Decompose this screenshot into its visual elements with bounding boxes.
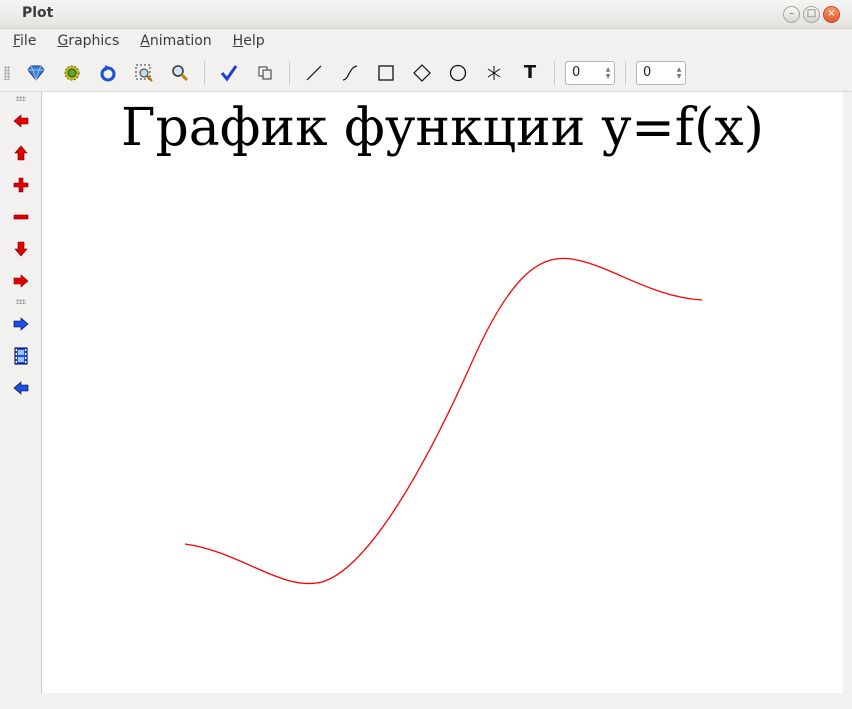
asterisk-tool-icon[interactable]: [480, 59, 508, 87]
toolbar: T 0 ▲ ▼ 0 ▲ ▼: [0, 54, 852, 92]
arrow-right-icon[interactable]: [7, 267, 35, 295]
title-bar[interactable]: Plot – □ ×: [0, 0, 852, 29]
toolbar-separator: [289, 60, 290, 85]
toolbar-separator: [204, 60, 205, 85]
arrow-left-icon[interactable]: [7, 107, 35, 135]
menu-file[interactable]: File: [0, 29, 44, 53]
maximize-icon[interactable]: □: [803, 6, 820, 23]
menu-graphics-label: raphics: [68, 33, 120, 49]
zoom-region-icon[interactable]: [130, 59, 158, 87]
menu-animation-label: nimation: [149, 33, 212, 49]
curve-tool-icon[interactable]: [336, 59, 364, 87]
minus-icon[interactable]: [7, 203, 35, 231]
spin-box-1[interactable]: 0 ▲ ▼: [565, 60, 615, 85]
zoom-icon[interactable]: [166, 59, 194, 87]
spin-arrows-icon[interactable]: ▲ ▼: [673, 63, 685, 83]
checkmark-icon[interactable]: [215, 59, 243, 87]
spin-box-1-value[interactable]: 0: [566, 65, 602, 80]
status-strip: [41, 693, 852, 709]
plot-window: Plot – □ × File Graphics Animation Help: [0, 0, 852, 709]
sidebar-grip[interactable]: [15, 96, 26, 101]
arrow-down-icon[interactable]: [7, 235, 35, 263]
menu-help-mnemonic: H: [232, 33, 244, 49]
toolbar-grip[interactable]: [4, 65, 10, 80]
text-tool-icon[interactable]: T: [516, 59, 544, 87]
side-toolbar: [0, 92, 41, 709]
menu-file-mnemonic: F: [13, 33, 21, 49]
close-icon[interactable]: ×: [823, 6, 840, 23]
spin-box-2-value[interactable]: 0: [637, 65, 673, 80]
refresh-icon[interactable]: [94, 59, 122, 87]
menu-graphics[interactable]: Graphics: [44, 29, 127, 53]
gear-icon[interactable]: [58, 59, 86, 87]
plot-area: [184, 257, 703, 585]
menu-file-label: ile: [20, 33, 37, 49]
diamond-tool-icon[interactable]: [408, 59, 436, 87]
plus-icon[interactable]: [7, 171, 35, 199]
menu-bar: File Graphics Animation Help: [0, 29, 852, 53]
minimize-icon[interactable]: –: [783, 6, 800, 23]
menu-graphics-mnemonic: G: [57, 33, 69, 49]
spin-arrows-icon[interactable]: ▲ ▼: [602, 63, 614, 83]
menu-animation[interactable]: Animation: [127, 29, 219, 53]
play-back-icon[interactable]: [7, 374, 35, 402]
plot-canvas[interactable]: График функции y=f(x): [41, 92, 843, 693]
arrow-up-icon[interactable]: [7, 139, 35, 167]
toolbar-separator: [625, 60, 626, 85]
ellipse-tool-icon[interactable]: [444, 59, 472, 87]
menu-animation-mnemonic: A: [140, 33, 150, 49]
menu-help-label: elp: [243, 33, 265, 49]
menu-help[interactable]: Help: [220, 29, 273, 53]
text-tool-label: T: [523, 62, 537, 83]
function-curve: [184, 257, 703, 585]
play-forward-icon[interactable]: [7, 310, 35, 338]
toolbar-separator: [554, 60, 555, 85]
window-controls: – □ ×: [783, 6, 840, 23]
window-title: Plot: [22, 5, 54, 21]
line-tool-icon[interactable]: [300, 59, 328, 87]
copy-icon[interactable]: [251, 59, 279, 87]
rectangle-tool-icon[interactable]: [372, 59, 400, 87]
spin-box-2[interactable]: 0 ▲ ▼: [636, 60, 686, 85]
film-icon[interactable]: [7, 342, 35, 370]
gem-icon[interactable]: [22, 59, 50, 87]
sidebar-grip[interactable]: [15, 299, 26, 304]
